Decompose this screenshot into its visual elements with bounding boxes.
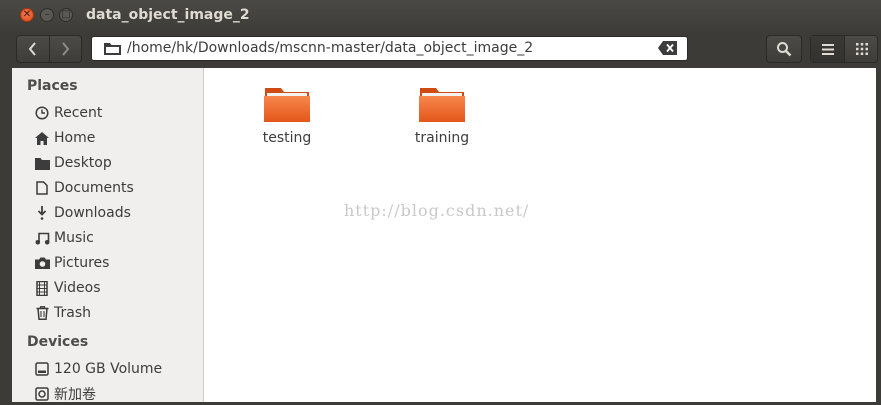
window-title: data_object_image_2 bbox=[86, 7, 250, 23]
search-button[interactable] bbox=[766, 35, 802, 63]
folder-icon bbox=[104, 43, 121, 55]
forward-button[interactable] bbox=[49, 36, 81, 62]
back-button[interactable] bbox=[17, 36, 50, 62]
drive-icon bbox=[34, 386, 50, 402]
grid-view-button[interactable] bbox=[845, 36, 878, 62]
window-edge bbox=[876, 68, 881, 402]
location-path[interactable]: /home/hk/Downloads/mscnn-master/data_obj… bbox=[127, 40, 533, 56]
clock-icon bbox=[34, 105, 50, 121]
minimize-window-button[interactable]: – bbox=[40, 8, 54, 22]
toolbar: /home/hk/Downloads/mscnn-master/data_obj… bbox=[0, 32, 881, 68]
home-icon bbox=[34, 130, 50, 146]
devices-header: Devices bbox=[27, 334, 89, 350]
chevron-left-icon bbox=[28, 42, 36, 56]
sidebar-item-label: Desktop bbox=[54, 155, 112, 171]
sidebar-item-recent[interactable]: Recent bbox=[34, 102, 102, 124]
sidebar-item-label: Recent bbox=[54, 105, 103, 121]
maximize-window-button[interactable]: □ bbox=[59, 8, 73, 22]
folder-label: testing bbox=[262, 130, 312, 146]
location-bar[interactable]: /home/hk/Downloads/mscnn-master/data_obj… bbox=[91, 36, 688, 61]
view-toggle bbox=[810, 35, 878, 63]
watermark-text: http://blog.csdn.net/ bbox=[344, 201, 530, 220]
sidebar-item-label: Downloads bbox=[54, 205, 131, 221]
download-icon bbox=[34, 205, 50, 221]
sidebar-item-120gb-volume[interactable]: 120 GB Volume bbox=[34, 358, 162, 380]
clear-location-icon[interactable] bbox=[658, 41, 677, 55]
sidebar-item-label: Trash bbox=[54, 305, 91, 321]
sidebar-item-label: Music bbox=[54, 230, 94, 246]
folder-item-training[interactable]: training bbox=[402, 84, 482, 146]
sidebar-item-trash[interactable]: Trash bbox=[34, 302, 91, 324]
search-icon bbox=[777, 42, 792, 57]
file-manager-window: ✕ – □ data_object_image_2 /home/hk/Downl… bbox=[0, 0, 881, 403]
drive-icon bbox=[34, 361, 50, 377]
folder-icon bbox=[264, 88, 310, 122]
sidebar-item-home[interactable]: Home bbox=[34, 127, 95, 149]
list-icon bbox=[821, 43, 834, 55]
sidebar-item-label: 新加卷 bbox=[54, 387, 96, 403]
chevron-right-icon bbox=[62, 42, 70, 56]
minimize-icon: – bbox=[44, 9, 50, 20]
file-view[interactable]: testing training http://blog.csdn.net/ bbox=[204, 68, 876, 402]
maximize-icon: □ bbox=[61, 9, 71, 20]
close-icon: ✕ bbox=[22, 9, 32, 20]
grid-icon bbox=[855, 43, 868, 55]
folder-label: training bbox=[414, 130, 470, 146]
desktop-folder-icon bbox=[34, 155, 50, 171]
title-bar[interactable]: ✕ – □ data_object_image_2 bbox=[0, 0, 881, 32]
sidebar-item-pictures[interactable]: Pictures bbox=[34, 252, 109, 274]
sidebar-item-label: Pictures bbox=[54, 255, 110, 271]
document-icon bbox=[34, 180, 50, 196]
folder-item-testing[interactable]: testing bbox=[247, 84, 327, 146]
sidebar-item-documents[interactable]: Documents bbox=[34, 177, 134, 199]
list-view-button[interactable] bbox=[811, 36, 845, 62]
camera-icon bbox=[34, 255, 50, 271]
close-window-button[interactable]: ✕ bbox=[20, 8, 34, 22]
sidebar-item-label: Documents bbox=[54, 180, 134, 196]
sidebar-item-label: Videos bbox=[54, 280, 101, 296]
sidebar-item-downloads[interactable]: Downloads bbox=[34, 202, 131, 224]
trash-icon bbox=[34, 305, 50, 321]
music-icon bbox=[34, 230, 50, 246]
sidebar-item-desktop[interactable]: Desktop bbox=[34, 152, 112, 174]
navigation-buttons bbox=[16, 35, 82, 63]
film-icon bbox=[34, 280, 50, 296]
folder-icon bbox=[419, 88, 465, 122]
sidebar-item-label: Home bbox=[54, 130, 96, 146]
places-header: Places bbox=[27, 78, 78, 94]
sidebar-item-label: 120 GB Volume bbox=[54, 361, 163, 377]
sidebar: Places Recent Home Desktop Documents Dow… bbox=[12, 68, 204, 403]
sidebar-item-videos[interactable]: Videos bbox=[34, 277, 101, 299]
sidebar-item-music[interactable]: Music bbox=[34, 227, 94, 249]
